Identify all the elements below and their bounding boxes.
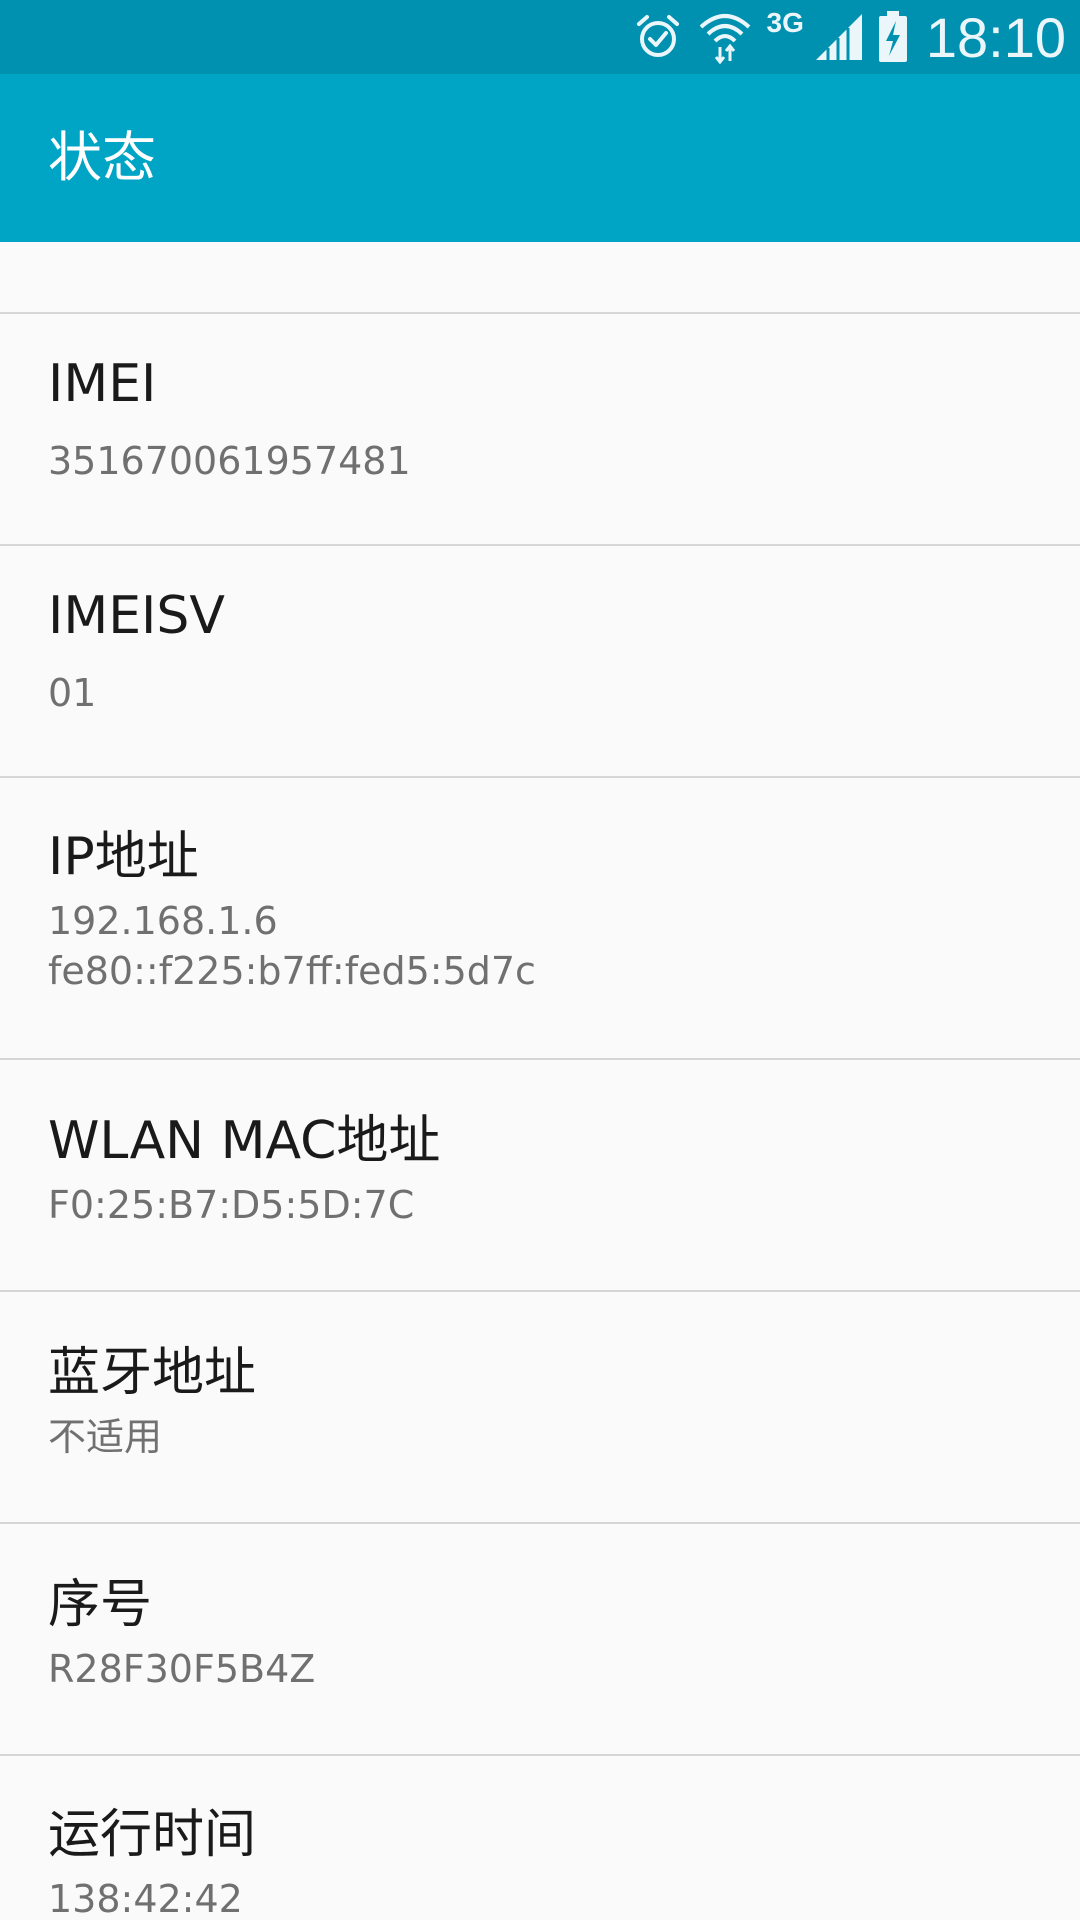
status-list: IMEI 351670061957481 IMEISV 01 IP地址 192.… (0, 242, 1080, 1920)
item-title: 蓝牙地址 (48, 1343, 257, 1403)
item-title: 运行时间 (48, 1805, 257, 1865)
list-item-uptime[interactable]: 运行时间 138:42:42 (0, 1756, 1080, 1920)
item-value: 138:42:42 (48, 1877, 243, 1920)
list-item-bluetooth-address[interactable]: 蓝牙地址 不适用 (0, 1292, 1080, 1522)
item-value: 不适用 (48, 1415, 163, 1459)
wifi-icon (697, 9, 753, 65)
status-bar: 3G 18:10 (0, 0, 1080, 74)
network-type: 3G (766, 7, 804, 38)
item-value-secondary: fe80::f225:b7ff:fed5:5d7c (48, 949, 536, 993)
alarm-icon (633, 12, 683, 62)
item-title: IMEI (48, 354, 157, 414)
item-title: IMEISV (48, 586, 225, 646)
battery-charging-icon (878, 11, 908, 63)
list-item-imeisv[interactable]: IMEISV 01 (0, 546, 1080, 776)
item-title: 序号 (48, 1575, 153, 1635)
clock: 18:10 (925, 5, 1066, 69)
signal-icon (814, 12, 864, 62)
list-item-ip-address[interactable]: IP地址 192.168.1.6 fe80::f225:b7ff:fed5:5d… (0, 778, 1080, 1058)
list-item-wlan-mac[interactable]: WLAN MAC地址 F0:25:B7:D5:5D:7C (0, 1060, 1080, 1290)
item-value: R28F30F5B4Z (48, 1647, 316, 1691)
item-value: 351670061957481 (48, 439, 411, 483)
status-icons: 3G 18:10 (633, 0, 1066, 74)
item-title: IP地址 (48, 827, 199, 887)
app-bar: 状态 (0, 74, 1080, 242)
page-title: 状态 (48, 126, 156, 189)
item-value: 01 (48, 671, 97, 715)
item-value: F0:25:B7:D5:5D:7C (48, 1183, 415, 1227)
list-item-serial-number[interactable]: 序号 R28F30F5B4Z (0, 1524, 1080, 1754)
item-title: WLAN MAC地址 (48, 1111, 441, 1171)
list-item-imei[interactable]: IMEI 351670061957481 (0, 314, 1080, 544)
item-value: 192.168.1.6 (48, 899, 278, 943)
